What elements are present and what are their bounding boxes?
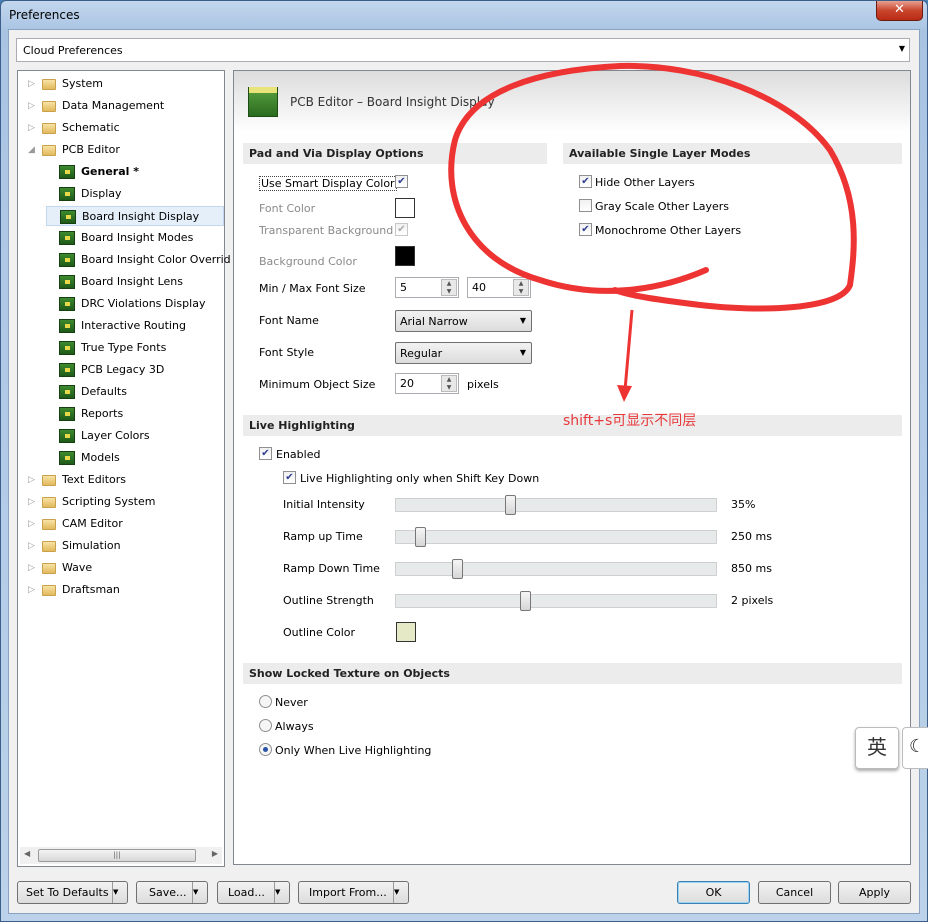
moon-icon[interactable]: ☾ [902,727,928,769]
red-annotation-drawing [448,62,857,402]
ime-language-indicator[interactable]: 英 [855,727,899,769]
annotation-arrowhead [617,385,632,402]
annotation-text: shift+s可显示不同层 [563,413,697,429]
annotation-arrow [623,309,634,391]
annotation-circle [448,62,857,312]
